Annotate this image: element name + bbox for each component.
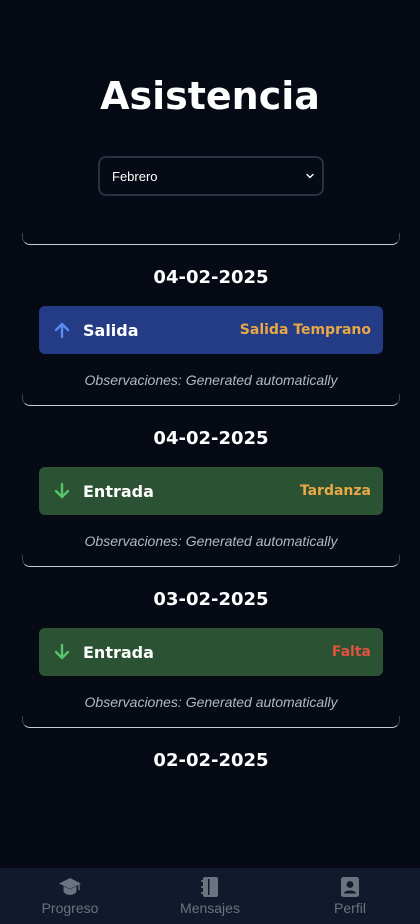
attendance-observations: Observaciones: Generated automatically <box>84 694 338 710</box>
profile-badge-icon <box>341 877 359 897</box>
arrow-down-icon <box>54 643 70 660</box>
chevron-down-icon <box>306 173 314 179</box>
attendance-type: Entrada <box>83 481 154 501</box>
tab-perfil-label: Perfil <box>334 900 366 916</box>
arrow-up-icon <box>54 322 70 339</box>
attendance-date: 04-02-2025 <box>153 267 269 288</box>
card-divider <box>22 555 400 567</box>
attendance-type: Entrada <box>83 642 154 662</box>
tab-progreso[interactable]: Progreso <box>0 868 140 924</box>
attendance-card: 03-02-2025 Entrada Falta Observaciones: … <box>22 554 400 715</box>
attendance-date: 02-02-2025 <box>153 750 269 771</box>
tab-mensajes-label: Mensajes <box>180 900 240 916</box>
tab-progreso-label: Progreso <box>41 900 99 916</box>
attendance-status: Falta <box>331 644 371 660</box>
attendance-type: Salida <box>83 320 139 340</box>
attendance-card: 04-02-2025 Entrada Tardanza Observacione… <box>22 393 400 554</box>
notebook-icon <box>201 877 218 897</box>
attendance-observations: Observaciones: Generated automatically <box>84 533 338 549</box>
attendance-status: Salida Temprano <box>239 322 371 338</box>
attendance-date: 03-02-2025 <box>153 589 269 610</box>
attendance-date: 04-02-2025 <box>153 428 269 449</box>
card-divider <box>22 394 400 406</box>
attendance-status: Tardanza <box>299 483 371 499</box>
attendance-observations: Observaciones: Generated automatically <box>84 372 338 388</box>
month-select[interactable]: Febrero <box>98 156 324 196</box>
card-divider <box>22 716 400 728</box>
card-divider <box>22 233 400 245</box>
attendance-list[interactable]: 04-02-2025 Salida Salida Temprano Observ… <box>22 232 400 868</box>
graduation-cap-icon <box>59 878 81 895</box>
attendance-type-bar: Salida Salida Temprano <box>39 306 383 354</box>
tab-perfil[interactable]: Perfil <box>280 868 420 924</box>
attendance-card: 04-02-2025 Salida Salida Temprano Observ… <box>22 232 400 393</box>
arrow-down-icon <box>54 482 70 499</box>
bottom-tab-bar: Progreso Mensajes Perfil <box>0 868 420 924</box>
page-title: Asistencia <box>100 74 320 118</box>
tab-mensajes[interactable]: Mensajes <box>140 868 280 924</box>
attendance-type-bar: Entrada Tardanza <box>39 467 383 515</box>
attendance-screen: Asistencia Febrero 04-02-2025 Salida Sal… <box>0 0 420 924</box>
attendance-card: 02-02-2025 <box>22 715 400 868</box>
month-select-value: Febrero <box>112 168 158 184</box>
attendance-type-bar: Entrada Falta <box>39 628 383 676</box>
